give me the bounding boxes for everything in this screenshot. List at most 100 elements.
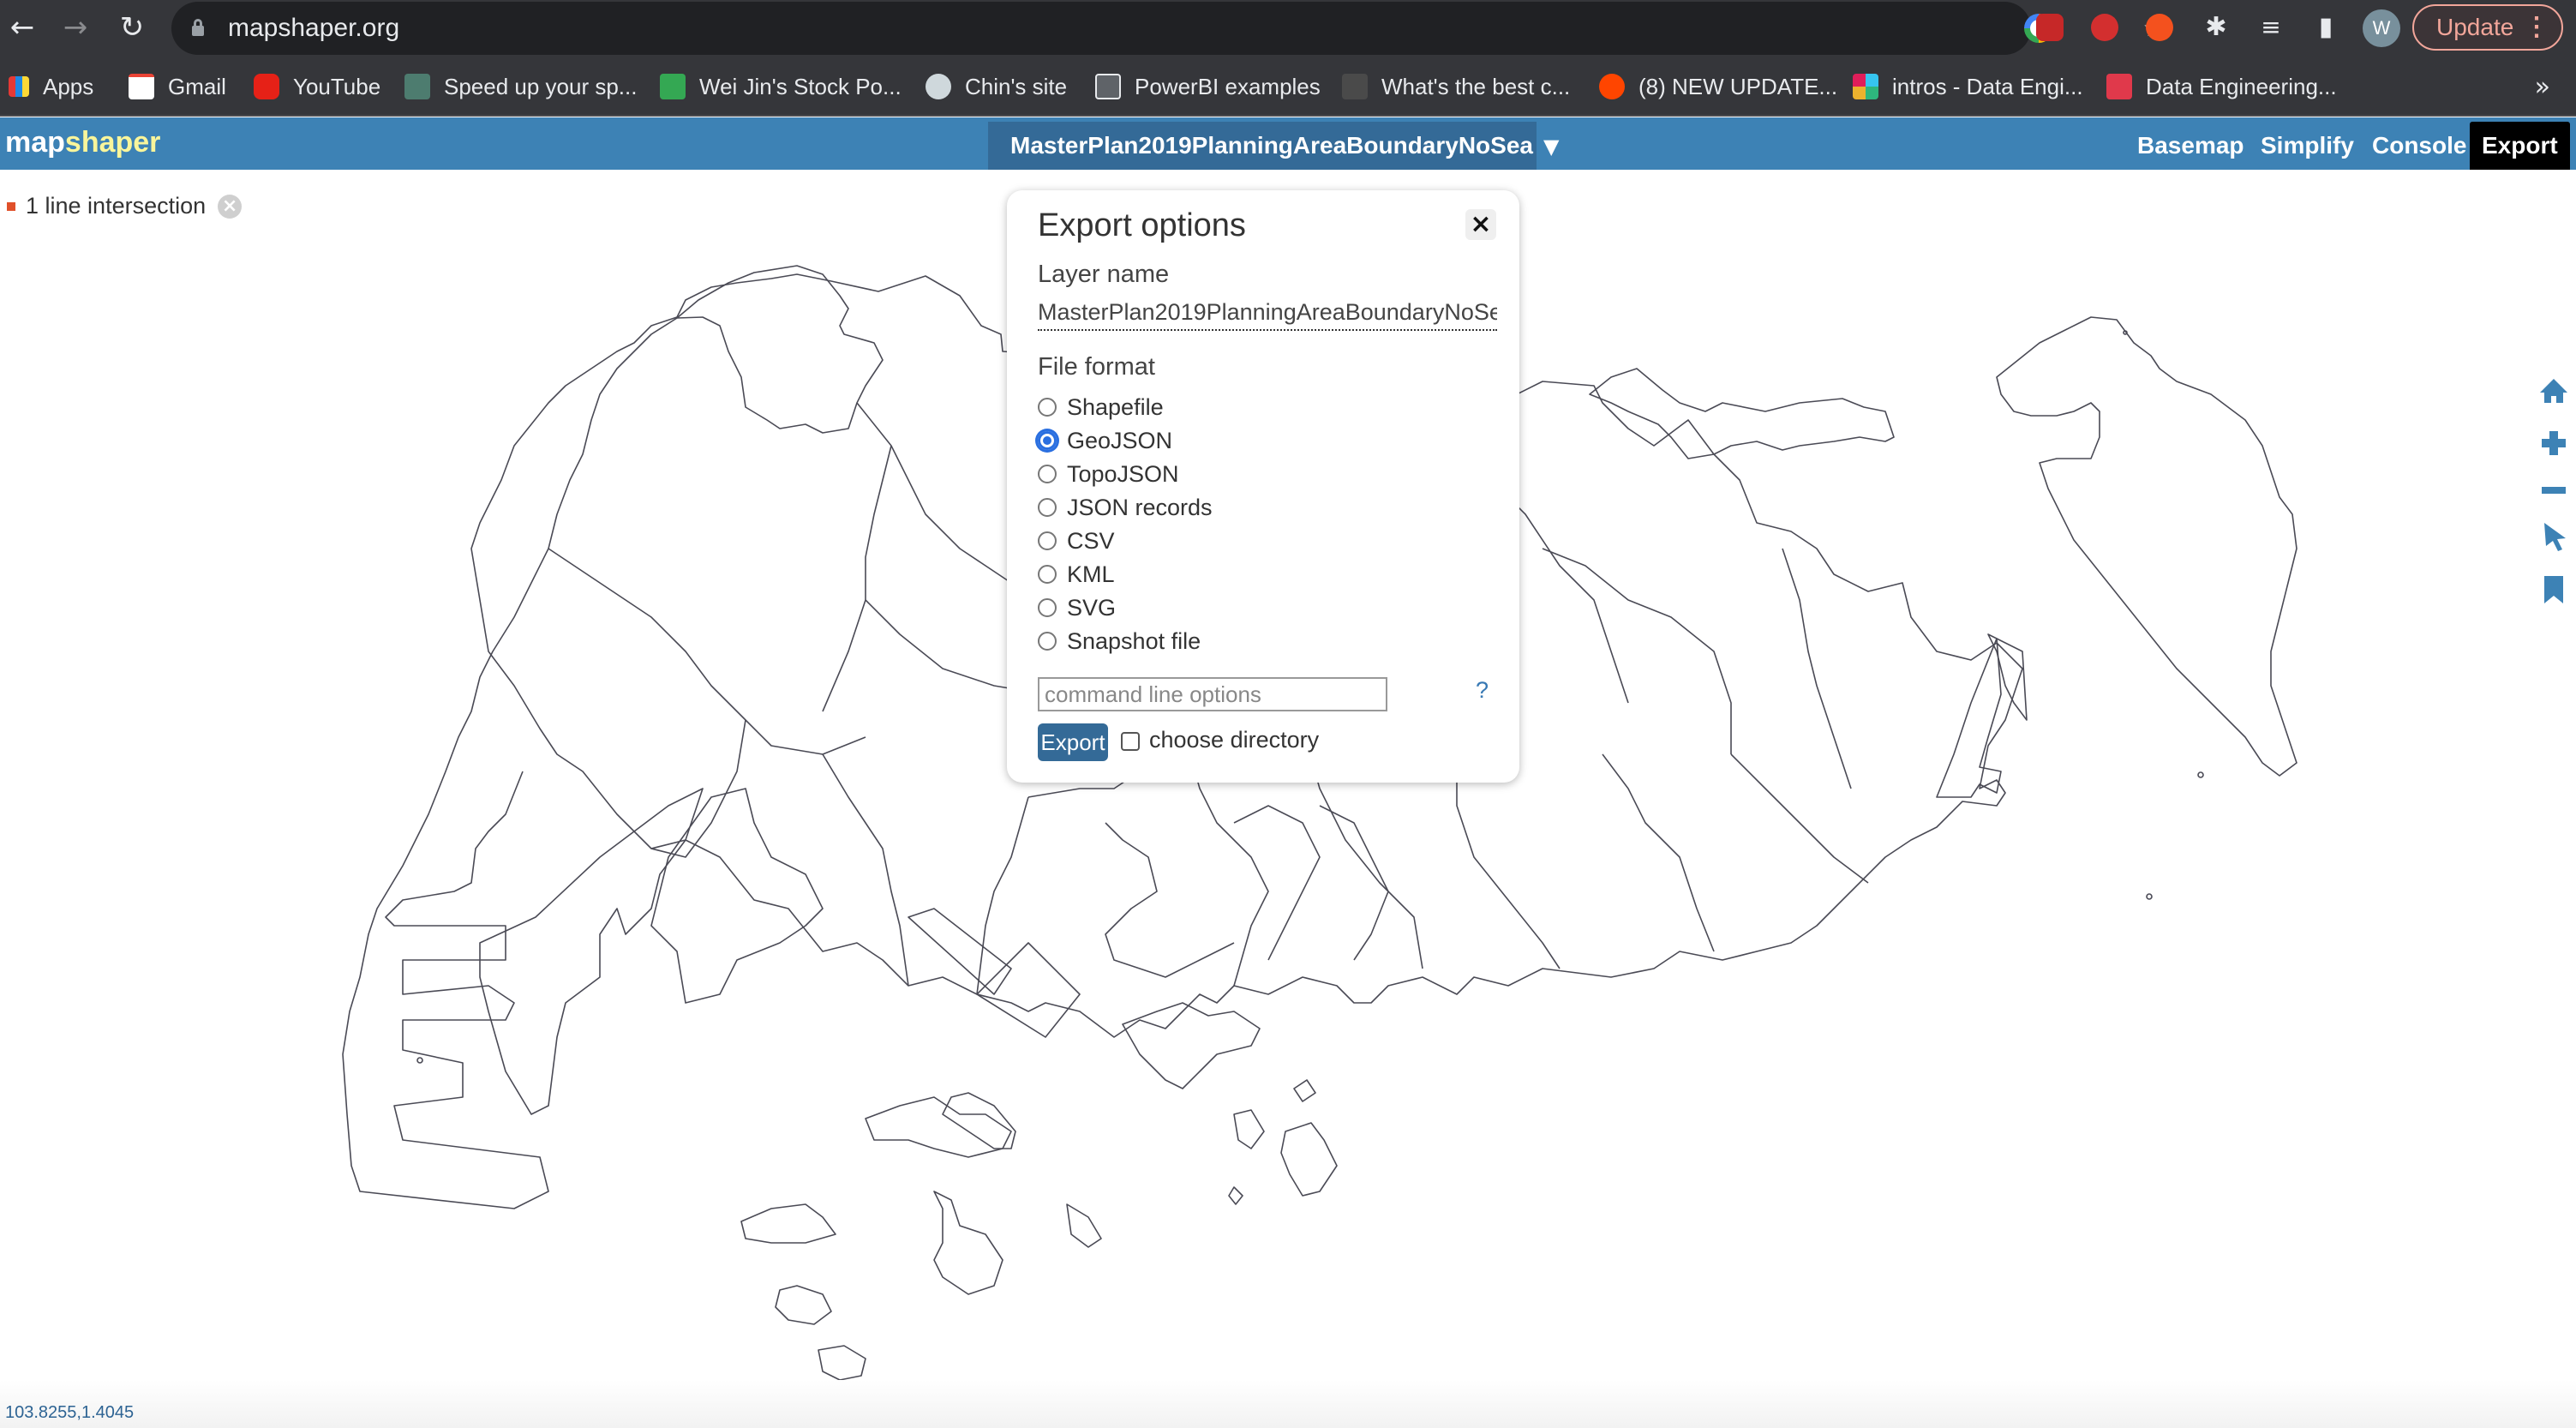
- map-boundary: [822, 753, 909, 987]
- bookmark-apps[interactable]: Apps: [9, 72, 93, 101]
- zoom-in-icon[interactable]: [2537, 426, 2571, 460]
- map-islet: [416, 1057, 423, 1064]
- format-option-shapefile[interactable]: Shapefile: [1038, 393, 1164, 422]
- intersection-text[interactable]: 1 line intersection: [26, 193, 206, 219]
- select-pointer-icon[interactable]: [2537, 519, 2571, 554]
- bookmark-reddit[interactable]: (8) NEW UPDATE...: [1599, 72, 1837, 101]
- bookmark-whats-the-best[interactable]: What's the best c...: [1342, 72, 1570, 101]
- close-icon[interactable]: ×: [1465, 209, 1496, 240]
- format-option-snapshot[interactable]: Snapshot file: [1038, 627, 1201, 656]
- map-boundary: [1105, 822, 1235, 978]
- dialog-title: Export options: [1038, 207, 1246, 243]
- radio-csv[interactable]: [1038, 531, 1057, 550]
- map-islet: [2123, 330, 2128, 335]
- radio-shapefile[interactable]: [1038, 398, 1057, 417]
- apps-grid-icon: [9, 76, 29, 97]
- lock-icon: [192, 19, 204, 36]
- speed-up-site-icon: [404, 74, 430, 99]
- radio-snapshot[interactable]: [1038, 632, 1057, 651]
- format-option-svg[interactable]: SVG: [1038, 593, 1116, 622]
- bookmark-data-engineering[interactable]: Data Engineering...: [2106, 72, 2337, 101]
- map-boundary: [1782, 548, 1852, 789]
- more-bookmarks-button[interactable]: »: [2535, 72, 2550, 102]
- map-boundary: [1542, 548, 1732, 754]
- update-label: Update: [2436, 14, 2514, 40]
- map-boundary: [1730, 753, 1869, 884]
- intersection-notice: 1 line intersection ×: [7, 193, 243, 219]
- map-island-sentosa: [1122, 1002, 1261, 1089]
- address-bar[interactable]: mapshaper.org ⇧ ☆: [171, 2, 2165, 55]
- bookmark-speed-up[interactable]: Speed up your sp...: [404, 72, 637, 101]
- more-menu-icon[interactable]: ⋮: [2524, 6, 2549, 49]
- map-island: [1066, 1203, 1102, 1248]
- choose-directory-checkbox[interactable]: [1121, 732, 1140, 751]
- map-island: [775, 1285, 832, 1325]
- media-control-icon[interactable]: ≡: [2254, 10, 2288, 45]
- map-island: [942, 1092, 1016, 1149]
- map-region-woodlands: [676, 265, 884, 434]
- map-island: [1228, 1186, 1243, 1205]
- bookmark-youtube[interactable]: YouTube: [254, 72, 380, 101]
- radio-topojson[interactable]: [1038, 465, 1057, 483]
- bookmark-stock-portfolio[interactable]: Wei Jin's Stock Po...: [660, 72, 902, 101]
- layer-name: MasterPlan2019PlanningAreaBoundaryNoSea: [1010, 132, 1533, 159]
- format-option-geojson[interactable]: GeoJSON: [1038, 426, 1172, 455]
- export-button[interactable]: Export: [1038, 723, 1108, 761]
- format-option-csv[interactable]: CSV: [1038, 526, 1115, 555]
- status-bar: [0, 1380, 2576, 1428]
- home-icon[interactable]: [2537, 374, 2571, 408]
- youtube-icon: [254, 74, 279, 99]
- radio-svg[interactable]: [1038, 598, 1057, 617]
- map-region-pier: [976, 942, 1081, 1038]
- url-text[interactable]: mapshaper.org: [228, 14, 399, 43]
- dropdown-arrow-icon: ▼: [1543, 135, 1560, 159]
- radio-geojson[interactable]: [1038, 431, 1057, 450]
- profile-avatar[interactable]: W: [2363, 9, 2400, 47]
- reload-button[interactable]: ↻: [115, 10, 149, 45]
- help-link[interactable]: ?: [1476, 677, 1489, 704]
- reddit-icon: [1599, 74, 1625, 99]
- format-option-topojson[interactable]: TopoJSON: [1038, 459, 1179, 489]
- bookmark-slack[interactable]: intros - Data Engi...: [1853, 72, 2083, 101]
- map-boundary: [1319, 805, 1389, 961]
- extension-fastforward-icon[interactable]: [2036, 14, 2064, 41]
- radio-kml[interactable]: [1038, 565, 1057, 584]
- layer-name-field[interactable]: MasterPlan2019PlanningAreaBoundaryNoSea: [1038, 299, 1497, 331]
- browser-toolbar: ← → ↻ mapshaper.org ⇧ ☆ ✱ ≡ ▮ W Update ⋮: [0, 0, 2576, 57]
- menu-console[interactable]: Console: [2360, 122, 2478, 170]
- bookmark-powerbi[interactable]: PowerBI examples: [1095, 72, 1321, 101]
- coordinates-readout: 103.8255,1.4045: [5, 1403, 135, 1422]
- extension-lightning-icon[interactable]: [2146, 14, 2173, 41]
- bookmark-icon[interactable]: [2537, 573, 2571, 607]
- choose-directory-label[interactable]: choose directory: [1149, 727, 1319, 753]
- command-line-options-input[interactable]: [1038, 677, 1387, 711]
- zoom-out-icon[interactable]: [2537, 473, 2571, 507]
- sheets-icon: [660, 74, 686, 99]
- back-button[interactable]: ←: [5, 10, 39, 45]
- menu-export[interactable]: Export: [2470, 122, 2570, 170]
- side-panel-icon[interactable]: ▮: [2309, 10, 2343, 45]
- format-option-kml[interactable]: KML: [1038, 560, 1115, 589]
- map-island: [1280, 1122, 1338, 1197]
- extensions-puzzle-icon[interactable]: ✱: [2199, 10, 2233, 45]
- dismiss-intersection-icon[interactable]: ×: [218, 194, 243, 219]
- map-boundary: [1602, 753, 1715, 952]
- map-region-jurong-island: [479, 788, 704, 1115]
- format-option-json-records[interactable]: JSON records: [1038, 493, 1213, 522]
- bookmark-gmail[interactable]: Gmail: [129, 72, 226, 101]
- radio-json-records[interactable]: [1038, 498, 1057, 517]
- export-dialog: Export options × Layer name MasterPlan20…: [1007, 190, 1519, 783]
- bookmark-chins-site[interactable]: Chin's site: [926, 72, 1067, 101]
- map-boundary: [650, 719, 746, 858]
- forward-button[interactable]: →: [58, 10, 93, 45]
- map-island: [933, 1191, 1003, 1295]
- menu-basemap[interactable]: Basemap: [2125, 122, 2256, 170]
- map-region-jurong-west: [650, 788, 824, 1004]
- intersection-marker-icon: [7, 201, 15, 211]
- map-island: [865, 1096, 1012, 1158]
- update-button[interactable]: Update ⋮: [2412, 4, 2563, 51]
- slack-icon: [1853, 74, 1878, 99]
- extension-adblock-icon[interactable]: [2091, 14, 2118, 41]
- layer-selector-button[interactable]: MasterPlan2019PlanningAreaBoundaryNoSea ▼: [988, 122, 1559, 170]
- menu-simplify[interactable]: Simplify: [2249, 122, 2366, 170]
